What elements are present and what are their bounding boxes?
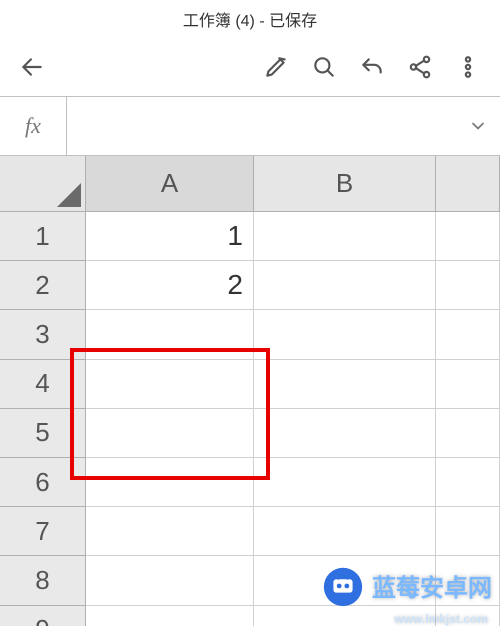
toolbar: [0, 38, 500, 96]
row-header[interactable]: 9: [0, 606, 86, 626]
draw-button[interactable]: [252, 43, 300, 91]
cell-B4[interactable]: [254, 360, 436, 409]
row-header[interactable]: 7: [0, 507, 86, 556]
search-icon: [311, 54, 337, 80]
formula-expand-button[interactable]: [456, 97, 500, 155]
cell-B6[interactable]: [254, 458, 436, 507]
cell-A1[interactable]: 1: [86, 212, 254, 261]
cell-C3[interactable]: [436, 310, 500, 359]
formula-bar: fx: [0, 96, 500, 156]
cell-A7[interactable]: [86, 507, 254, 556]
row-header[interactable]: 6: [0, 458, 86, 507]
chevron-down-icon: [468, 116, 488, 136]
pen-icon: [263, 54, 289, 80]
row-header[interactable]: 4: [0, 360, 86, 409]
cell-C6[interactable]: [436, 458, 500, 507]
cell-C2[interactable]: [436, 261, 500, 310]
document-title: 工作簿 (4) - 已保存: [183, 7, 317, 31]
select-all-corner[interactable]: [0, 156, 86, 212]
row-header[interactable]: 2: [0, 261, 86, 310]
cell-A3[interactable]: [86, 310, 254, 359]
cell-B3[interactable]: [254, 310, 436, 359]
formula-input[interactable]: [66, 97, 456, 155]
cell-A6[interactable]: [86, 458, 254, 507]
undo-button[interactable]: [348, 43, 396, 91]
back-button[interactable]: [8, 43, 56, 91]
cell-B7[interactable]: [254, 507, 436, 556]
cell-A4[interactable]: [86, 360, 254, 409]
watermark-text: 蓝莓安卓网: [372, 568, 492, 603]
arrow-left-icon: [19, 54, 45, 80]
watermark-sub: www.lmkjst.com: [394, 612, 488, 626]
row-header[interactable]: 8: [0, 556, 86, 605]
spreadsheet-grid[interactable]: A B 11 22 3 4 5 6 7 8 9: [0, 156, 500, 626]
cell-C4[interactable]: [436, 360, 500, 409]
cell-B5[interactable]: [254, 409, 436, 458]
column-header-B[interactable]: B: [254, 156, 436, 212]
share-button[interactable]: [396, 43, 444, 91]
cell-C7[interactable]: [436, 507, 500, 556]
row-header[interactable]: 1: [0, 212, 86, 261]
column-header-A[interactable]: A: [86, 156, 254, 212]
cell-B2[interactable]: [254, 261, 436, 310]
cell-A8[interactable]: [86, 556, 254, 605]
fx-label: fx: [0, 113, 66, 139]
watermark: 蓝莓安卓网 www.lmkjst.com: [320, 562, 492, 608]
column-header-next[interactable]: [436, 156, 500, 212]
cell-C1[interactable]: [436, 212, 500, 261]
search-button[interactable]: [300, 43, 348, 91]
cell-A9[interactable]: [86, 606, 254, 626]
cell-C5[interactable]: [436, 409, 500, 458]
more-button[interactable]: [444, 43, 492, 91]
cell-B1[interactable]: [254, 212, 436, 261]
row-header[interactable]: 3: [0, 310, 86, 359]
logo-icon: [320, 562, 366, 608]
cell-A2[interactable]: 2: [86, 261, 254, 310]
share-icon: [407, 54, 433, 80]
cell-A5[interactable]: [86, 409, 254, 458]
more-vertical-icon: [455, 54, 481, 80]
row-header[interactable]: 5: [0, 409, 86, 458]
undo-icon: [359, 54, 385, 80]
title-bar: 工作簿 (4) - 已保存: [0, 0, 500, 38]
